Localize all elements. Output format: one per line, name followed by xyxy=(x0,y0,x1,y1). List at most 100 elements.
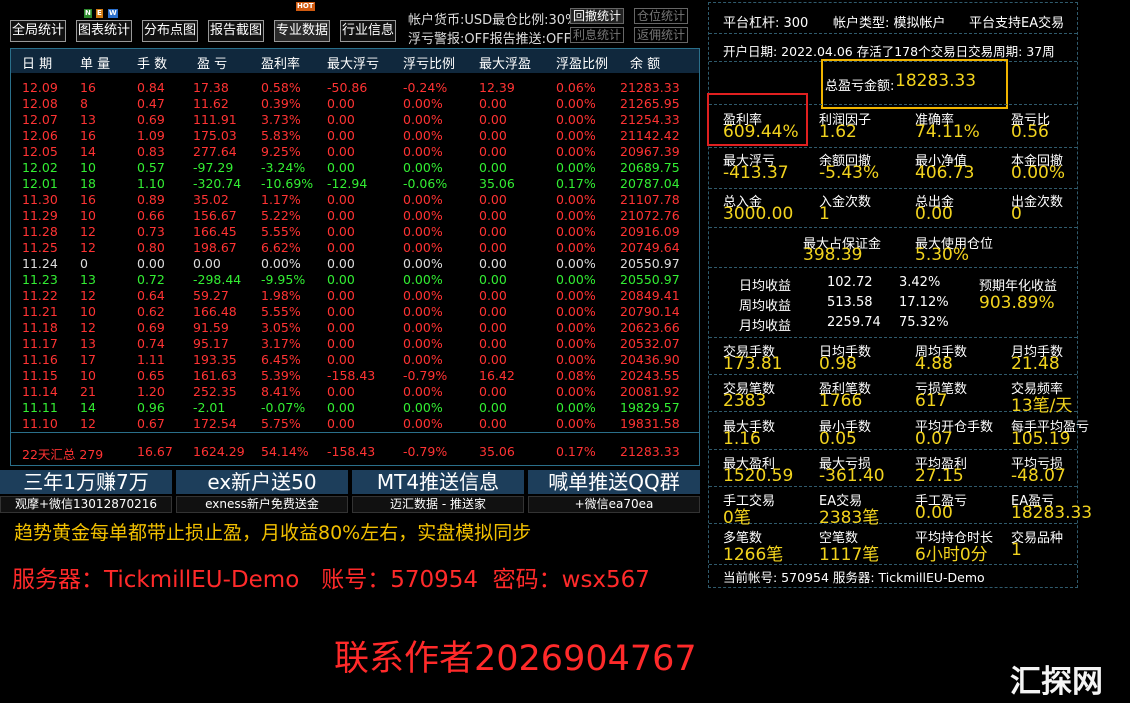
cell-float-loss-ratio: 0.00% xyxy=(403,384,443,399)
cell-max-float-profit: 0.00 xyxy=(479,128,507,143)
cell-max-float-loss: 0.00 xyxy=(327,352,355,367)
cell-float-profit-ratio: 0.00% xyxy=(556,208,596,223)
table-row[interactable]: 12.06 16 1.09 175.03 5.83% 0.00 0.00% 0.00 0.00%… xyxy=(11,128,699,144)
stats-panel: 平台杠杆: 300 帐户类型: 模拟帐户 平台支持EA交易 开户日期: 2022… xyxy=(707,2,1092,588)
table-row[interactable]: 12.08 8 0.47 11.62 0.39% 0.00 0.00% 0.00 0.00% 21… xyxy=(11,96,699,112)
table-row[interactable]: 11.29 10 0.66 156.67 5.22% 0.00 0.00% 0.00 0.00%… xyxy=(11,208,699,224)
cell-lots: 0.64 xyxy=(137,288,165,303)
cell-date: 12.01 xyxy=(22,176,58,191)
g9-value: 18283.33 xyxy=(1011,503,1093,523)
col-date: 日 期 xyxy=(22,57,53,72)
pro-data-button[interactable]: 专业数据 xyxy=(274,20,330,42)
cell-max-float-profit: 0.00 xyxy=(479,160,507,175)
withdraw-stats-button[interactable]: 回撤统计 xyxy=(570,8,625,24)
cell-max-float-loss: 0.00 xyxy=(327,96,355,111)
cell-date: 11.23 xyxy=(22,272,58,287)
g7-value: 0.05 xyxy=(819,429,857,449)
global-stats-button[interactable]: 全局统计 xyxy=(10,20,66,42)
table-row[interactable]: 11.28 12 0.73 166.45 5.55% 0.00 0.00% 0.00 0.00%… xyxy=(11,224,699,240)
summary-float-profit-ratio: 0.17% xyxy=(556,444,596,459)
cell-lots: 0.96 xyxy=(137,400,165,415)
cell-float-loss-ratio: 0.00% xyxy=(403,144,443,159)
interest-stats-button[interactable]: 利息统计 xyxy=(570,27,625,43)
ad-button-1[interactable]: 三年1万赚7万 xyxy=(0,470,172,494)
weekly-return-amount: 513.58 xyxy=(827,295,873,310)
g2-value: -5.43% xyxy=(819,163,880,183)
table-row[interactable]: 12.07 13 0.69 111.91 3.73% 0.00 0.00% 0.00 0.00%… xyxy=(11,112,699,128)
cell-date: 11.10 xyxy=(22,416,58,431)
table-row[interactable]: 12.09 16 0.84 17.38 0.58% -50.86 -0.24% 12.39 0.… xyxy=(11,80,699,96)
contact-author: 联系作者2026904767 xyxy=(334,639,697,679)
cell-balance: 20689.75 xyxy=(620,160,680,175)
cell-date: 11.30 xyxy=(22,192,58,207)
ad-button-3[interactable]: MT4推送信息 xyxy=(352,470,524,494)
table-row[interactable]: 11.30 16 0.89 35.02 1.17% 0.00 0.00% 0.00 0.00% 2… xyxy=(11,192,699,208)
g6-value: 13笔/天 xyxy=(1011,396,1073,416)
table-row[interactable]: 11.17 13 0.74 95.17 3.17% 0.00 0.00% 0.00 0.00% 2… xyxy=(11,336,699,352)
cell-float-loss-ratio: 0.00% xyxy=(403,192,443,207)
table-row[interactable]: 12.05 14 0.83 277.64 9.25% 0.00 0.00% 0.00 0.00%… xyxy=(11,144,699,160)
cell-pnl: 0.00 xyxy=(193,256,221,271)
table-row[interactable]: 11.18 12 0.69 91.59 3.05% 0.00 0.00% 0.00 0.00% 2… xyxy=(11,320,699,336)
commission-stats-button[interactable]: 返佣统计 xyxy=(634,27,689,43)
cell-date: 11.18 xyxy=(22,320,58,335)
cell-max-float-profit: 0.00 xyxy=(479,352,507,367)
table-row[interactable]: 11.24 0 0.00 0.00 0.00% 0.00 0.00% 0.00 0.00% 205… xyxy=(11,256,699,272)
cell-orders: 21 xyxy=(80,384,96,399)
table-row[interactable]: 12.02 10 0.57 -97.29 -3.24% 0.00 0.00% 0.00 0.00… xyxy=(11,160,699,176)
table-row[interactable]: 11.16 17 1.11 193.35 6.45% 0.00 0.00% 0.00 0.00%… xyxy=(11,352,699,368)
table-row[interactable]: 11.21 10 0.62 166.48 5.55% 0.00 0.00% 0.00 0.00%… xyxy=(11,304,699,320)
cell-profit-rate: 6.62% xyxy=(261,240,301,255)
ad-sub-1[interactable]: 观摩+微信13012870216 xyxy=(0,496,172,513)
col-float-loss-ratio: 浮亏比例 xyxy=(403,57,456,72)
cell-max-float-loss: 0.00 xyxy=(327,224,355,239)
ad-sub-3[interactable]: 迈汇数据 - 推送家 xyxy=(352,496,524,513)
cell-float-profit-ratio: 0.00% xyxy=(556,160,596,175)
g7-value: 105.19 xyxy=(1011,429,1071,449)
new-badge-n: N xyxy=(84,9,92,18)
table-row[interactable]: 11.25 12 0.80 198.67 6.62% 0.00 0.00% 0.00 0.00%… xyxy=(11,240,699,256)
table-row[interactable]: 11.10 12 0.67 172.54 5.75% 0.00 0.00% 0.00 0.00%… xyxy=(11,416,699,432)
report-screenshot-button[interactable]: 报告截图 xyxy=(208,20,264,42)
ad-sub-4[interactable]: +微信ea70ea xyxy=(528,496,700,513)
cell-lots: 0.65 xyxy=(137,368,165,383)
cell-float-loss-ratio: 0.00% xyxy=(403,208,443,223)
cell-lots: 1.10 xyxy=(137,176,165,191)
position-stats-button[interactable]: 仓位统计 xyxy=(634,8,689,24)
cell-max-float-profit: 0.00 xyxy=(479,240,507,255)
table-row[interactable]: 11.22 12 0.64 59.27 1.98% 0.00 0.00% 0.00 0.00% 2… xyxy=(11,288,699,304)
cell-balance: 21107.78 xyxy=(620,192,680,207)
ad-button-2[interactable]: ex新户送50 xyxy=(176,470,348,494)
cell-max-float-profit: 35.06 xyxy=(479,176,515,191)
cell-lots: 0.84 xyxy=(137,80,165,95)
cell-orders: 10 xyxy=(80,160,96,175)
g10-value: 1266笔 xyxy=(723,545,784,565)
table-row[interactable]: 11.11 14 0.96 -2.01 -0.07% 0.00 0.00% 0.00 0.00%… xyxy=(11,400,699,416)
g7-value: 0.07 xyxy=(915,429,953,449)
daily-return-pct: 3.42% xyxy=(899,275,941,290)
g10-value: 6小时0分 xyxy=(915,545,988,565)
table-row[interactable]: 11.15 10 0.65 161.63 5.39% -158.43 -0.79% 16.42… xyxy=(11,368,699,384)
ad-sub-2[interactable]: exness新户免费送金 xyxy=(176,496,348,513)
cell-balance: 20550.97 xyxy=(620,272,680,287)
cell-max-float-loss: 0.00 xyxy=(327,208,355,223)
table-row[interactable]: 11.14 21 1.20 252.35 8.41% 0.00 0.00% 0.00 0.00%… xyxy=(11,384,699,400)
table-row[interactable]: 11.23 13 0.72 -298.44 -9.95% 0.00 0.00% 0.00 0.0… xyxy=(11,272,699,288)
col-balance: 余 额 xyxy=(630,57,661,72)
cell-profit-rate: 0.00% xyxy=(261,256,301,271)
cell-float-loss-ratio: 0.00% xyxy=(403,256,443,271)
cell-max-float-profit: 0.00 xyxy=(479,304,507,319)
distribution-chart-button[interactable]: 分布点图 xyxy=(142,20,198,42)
ad-button-4[interactable]: 喊单推送QQ群 xyxy=(528,470,700,494)
chart-stats-button[interactable]: 图表统计 xyxy=(76,20,132,42)
table-row[interactable]: 12.01 18 1.10 -320.74 -10.69% -12.94 -0.06% 35.… xyxy=(11,176,699,192)
daily-stats-table: 日 期 单 量 手 数 盈 亏 盈利率 最大浮亏 浮亏比例 最大浮盈 浮盈比例 … xyxy=(10,48,700,466)
cell-balance: 20916.09 xyxy=(620,224,680,239)
cell-orders: 12 xyxy=(80,288,96,303)
cell-profit-rate: -10.69% xyxy=(261,176,314,191)
industry-info-button[interactable]: 行业信息 xyxy=(340,20,396,42)
cell-balance: 20532.07 xyxy=(620,336,680,351)
divider xyxy=(709,564,1077,565)
cell-lots: 0.00 xyxy=(137,256,165,271)
cell-float-profit-ratio: 0.00% xyxy=(556,304,596,319)
